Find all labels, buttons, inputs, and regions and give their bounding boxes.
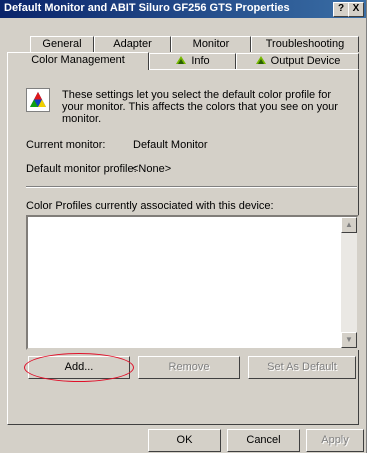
color-profiles-list[interactable]: ▲ ▼ (26, 215, 359, 350)
tab-troubleshooting[interactable]: Troubleshooting (251, 36, 359, 52)
set-as-default-button[interactable]: Set As Default (248, 356, 356, 379)
tab-info-label: Info (191, 55, 210, 67)
cancel-button[interactable]: Cancel (227, 429, 300, 452)
color-profile-icon (26, 88, 50, 112)
ok-button[interactable]: OK (148, 429, 221, 452)
title-bar[interactable]: Default Monitor and ABIT Siluro GF256 GT… (0, 0, 366, 18)
info-text: These settings let you select the defaul… (62, 89, 338, 125)
highlight-annotation (24, 353, 134, 382)
apply-button[interactable]: Apply (306, 429, 364, 452)
scroll-down-icon[interactable]: ▼ (341, 332, 357, 348)
scrollbar[interactable]: ▲ ▼ (341, 217, 357, 348)
close-button[interactable]: X (348, 2, 364, 17)
properties-dialog: Default Monitor and ABIT Siluro GF256 GT… (0, 0, 367, 453)
remove-button[interactable]: Remove (138, 356, 240, 379)
nvidia-icon (175, 55, 187, 66)
current-monitor-value: Default Monitor (133, 139, 208, 151)
tab-adapter[interactable]: Adapter (94, 36, 171, 52)
tab-info[interactable]: Info (149, 53, 236, 69)
default-profile-value: <None> (132, 163, 172, 175)
tab-monitor[interactable]: Monitor (171, 36, 251, 52)
tab-output-device[interactable]: Output Device (236, 53, 359, 69)
help-button[interactable]: ? (333, 2, 349, 17)
tab-color-management[interactable]: Color Management (7, 52, 149, 70)
scroll-up-icon[interactable]: ▲ (341, 217, 357, 233)
window-title: Default Monitor and ABIT Siluro GF256 GT… (4, 2, 290, 14)
separator (26, 186, 357, 188)
tab-output-device-label: Output Device (270, 55, 341, 67)
tab-general[interactable]: General (30, 36, 94, 52)
nvidia-icon (255, 55, 267, 66)
profiles-label: Color Profiles currently associated with… (26, 200, 274, 212)
default-profile-label: Default monitor profile: (26, 163, 137, 175)
current-monitor-label: Current monitor: (26, 139, 106, 151)
